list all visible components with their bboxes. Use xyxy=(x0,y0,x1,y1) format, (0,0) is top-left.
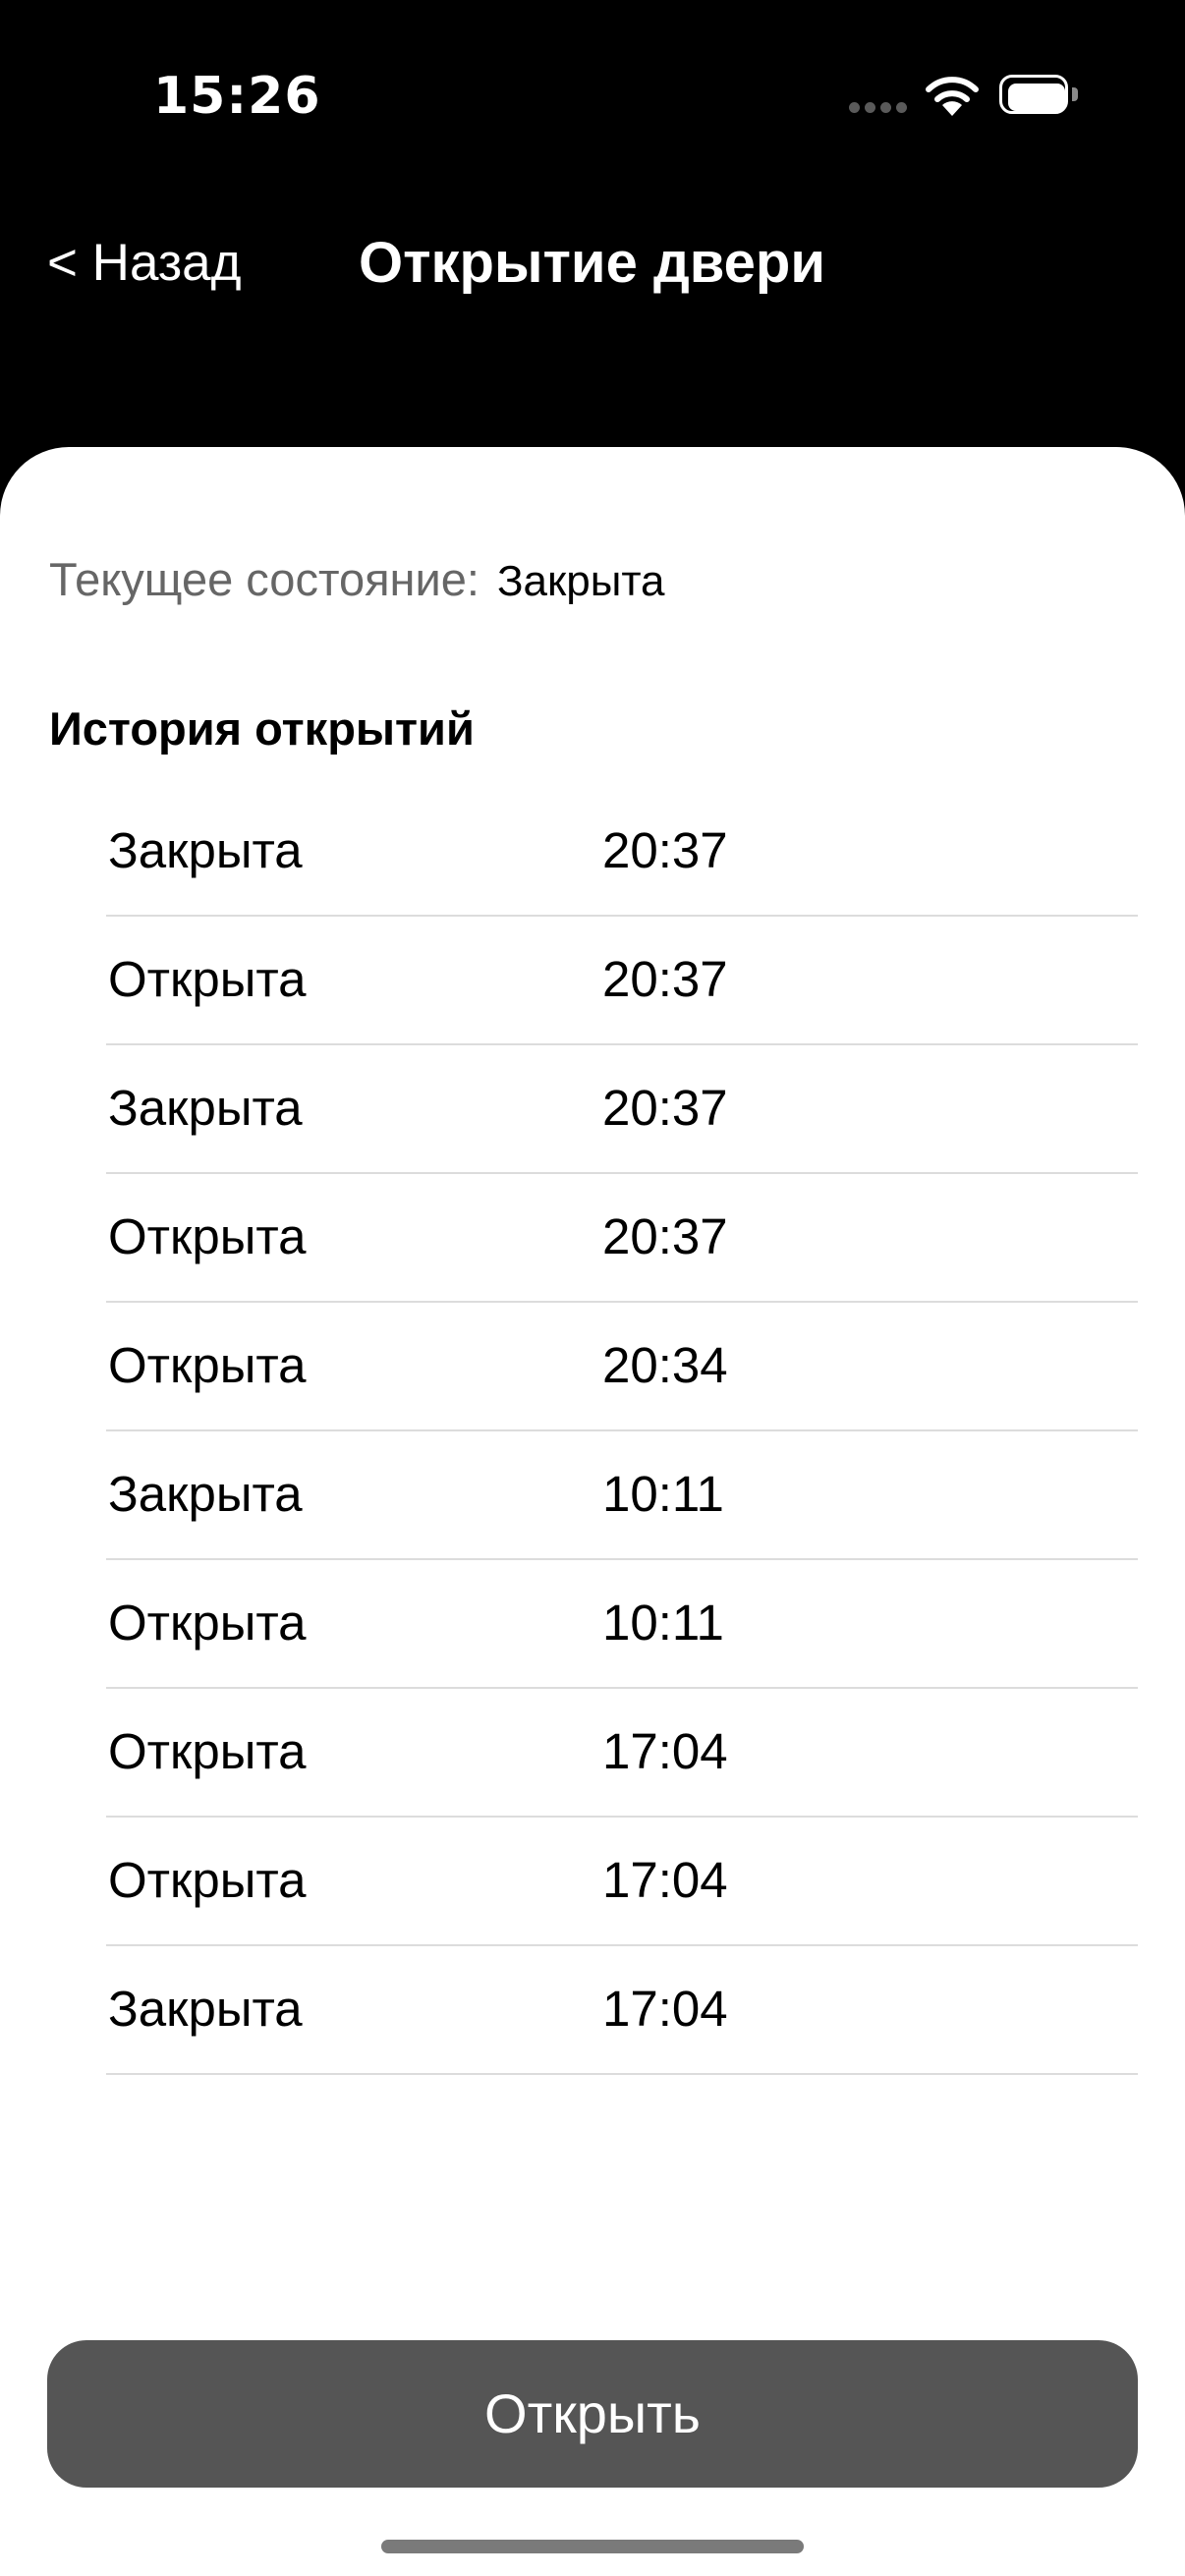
battery-cap xyxy=(1072,87,1078,101)
history-state: Открыта xyxy=(108,1337,307,1393)
history-state: Открыта xyxy=(108,1595,307,1651)
history-time: 20:34 xyxy=(602,1337,728,1393)
history-time: 10:11 xyxy=(602,1466,724,1522)
history-state: Открыта xyxy=(108,1852,307,1908)
battery-body xyxy=(999,75,1068,114)
history-list: Закрыта 20:37 Открыта 20:37 Закрыта 20:3… xyxy=(106,788,1138,2075)
history-time: 20:37 xyxy=(602,951,728,1007)
history-state: Закрыта xyxy=(108,1466,303,1522)
status-time: 15:26 xyxy=(153,67,321,126)
signal-dots-icon xyxy=(849,102,907,116)
battery-fill xyxy=(1008,84,1065,111)
app-screen: 15:26 < Назад Открытие двери Текущее сос… xyxy=(0,0,1185,2576)
history-title: История открытий xyxy=(49,702,475,755)
history-row: Открыта 10:11 xyxy=(106,1560,1138,1689)
current-state-value: Закрыта xyxy=(496,557,665,605)
history-time: 17:04 xyxy=(602,1981,728,2037)
history-time: 20:37 xyxy=(602,1208,728,1264)
history-row: Открыта 17:04 xyxy=(106,1689,1138,1818)
history-row: Закрыта 10:11 xyxy=(106,1431,1138,1560)
history-row: Открыта 17:04 xyxy=(106,1818,1138,1946)
history-row: Закрыта 20:37 xyxy=(106,788,1138,917)
history-row: Закрыта 20:37 xyxy=(106,1045,1138,1174)
content-sheet: Текущее состояние: Закрыта История открыт… xyxy=(0,447,1185,2576)
history-state: Закрыта xyxy=(108,822,303,878)
battery-icon xyxy=(999,75,1082,118)
wifi-icon xyxy=(926,77,979,116)
history-row: Закрыта 17:04 xyxy=(106,1946,1138,2075)
history-time: 10:11 xyxy=(602,1595,724,1651)
history-time: 20:37 xyxy=(602,1080,728,1136)
history-row: Открыта 20:37 xyxy=(106,917,1138,1045)
current-state-label: Текущее состояние: xyxy=(49,553,480,605)
history-state: Открыта xyxy=(108,1723,307,1779)
history-time: 17:04 xyxy=(602,1852,728,1908)
home-indicator[interactable] xyxy=(381,2540,804,2553)
history-state: Открыта xyxy=(108,951,307,1007)
current-state-row: Текущее состояние: Закрыта xyxy=(49,545,664,614)
history-row: Открыта 20:37 xyxy=(106,1174,1138,1303)
history-state: Закрыта xyxy=(108,1981,303,2037)
history-row: Открыта 20:34 xyxy=(106,1303,1138,1431)
open-door-button[interactable]: Открыть xyxy=(47,2340,1138,2488)
history-time: 17:04 xyxy=(602,1723,728,1779)
history-time: 20:37 xyxy=(602,822,728,878)
history-state: Открыта xyxy=(108,1208,307,1264)
back-button[interactable]: < Назад xyxy=(47,226,242,301)
history-state: Закрыта xyxy=(108,1080,303,1136)
page-title: Открытие двери xyxy=(359,231,825,295)
